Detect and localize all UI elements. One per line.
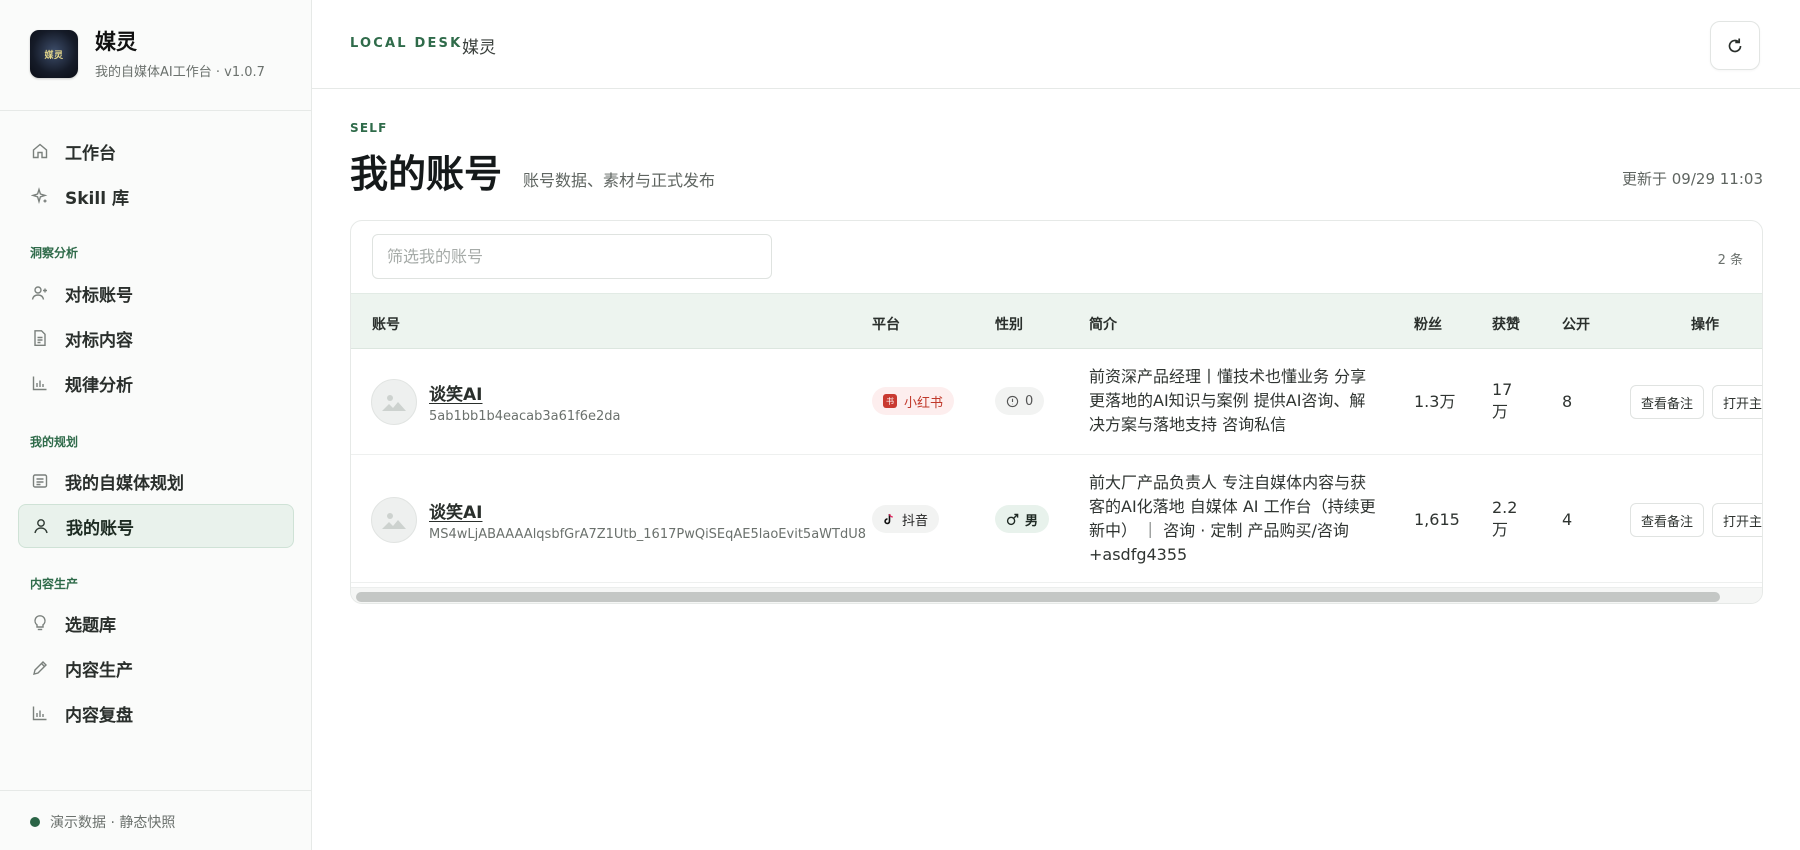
platform-label: 小红书 [904,395,944,411]
document-icon [31,329,49,347]
logo-text: 媒灵 [44,50,64,61]
section-title-production: 内容生产 [30,577,79,591]
sidebar-divider [0,110,311,111]
scrollbar-thumb[interactable] [356,592,1720,602]
horizontal-scrollbar[interactable] [351,587,1762,603]
home-icon [31,142,49,160]
column-header-account: 账号 [372,317,400,333]
likes-count: 17万 [1492,380,1513,421]
xiaohongshu-icon: 书 [883,394,897,408]
platform-badge: 抖音 [872,505,940,533]
filter-input[interactable] [372,234,772,279]
page-title: 我的账号 [350,152,503,196]
sidebar-item-my-accounts[interactable]: 我的账号 [18,504,294,548]
column-header-platform: 平台 [872,317,900,333]
column-header-actions: 操作 [1691,317,1719,333]
sidebar-item-workbench[interactable]: 工作台 [18,129,294,173]
column-header-gender: 性别 [995,317,1023,333]
public-count: 8 [1562,392,1573,411]
app-name: 媒灵 [95,30,137,54]
page-eyebrow: SELF [350,121,388,135]
table-row: 谈笑AI MS4wLjABAAAAlqsbfGrA7Z1Utb_1617PwQi… [351,455,1762,583]
platform-badge: 书 小红书 [872,387,955,415]
sidebar-item-content-review[interactable]: 内容复盘 [18,691,294,735]
sidebar-item-content-production[interactable]: 内容生产 [18,646,294,690]
fans-count: 1.3万 [1414,392,1456,411]
info-circle-icon [1006,395,1019,407]
account-bio: 前资深产品经理丨懂技术也懂业务 分享更落地的AI知识与案例 提供AI咨询、解决方… [1089,367,1367,434]
plan-icon [31,472,49,490]
app-logo: 媒灵 [30,30,78,78]
accounts-card: 2 条 账号 平台 性别 简介 粉丝 获赞 公开 操作 谈笑AI 5ab1bb1… [350,220,1763,604]
sidebar-item-topic-library[interactable]: 选题库 [18,601,294,645]
public-count: 4 [1562,510,1573,529]
updated-timestamp: 更新于 09/29 11:03 [1622,170,1763,188]
sidebar-item-pattern-analysis[interactable]: 规律分析 [18,361,294,405]
male-icon [1006,513,1019,525]
page-subtitle: 账号数据、素材与正式发布 [523,171,716,190]
sidebar-footer: 演示数据 · 静态快照 [0,790,311,850]
bar-chart-icon [31,704,49,722]
gender-badge: 男 [995,505,1050,533]
topbar: LOCAL DESK 媒灵 [312,0,1800,89]
view-notes-button[interactable]: 查看备注 [1630,385,1705,419]
refresh-button[interactable] [1710,21,1760,70]
avatar [371,497,417,543]
account-id: 5ab1bb1b4eacab3a61f6e2da [429,409,621,424]
row-count: 2 条 [1717,253,1743,268]
lightbulb-icon [31,614,49,632]
column-header-bio: 简介 [1089,317,1117,333]
likes-count: 2.2万 [1492,498,1518,539]
account-bio: 前大厂产品负责人 专注自媒体内容与获客的AI化落地 自媒体 AI 工作台（持续更… [1089,473,1376,564]
sidebar: 媒灵 媒灵 我的自媒体AI工作台 · v1.0.7 工作台 Skill 库 洞察… [0,0,312,850]
bar-chart-icon [31,374,49,392]
column-header-public: 公开 [1562,317,1590,333]
top-title: 媒灵 [462,38,496,58]
user-icon [32,517,50,535]
refresh-icon [1728,38,1742,52]
status-text: 演示数据 · 静态快照 [50,815,176,831]
avatar [371,379,417,425]
sparkle-icon [31,187,49,205]
sidebar-item-benchmark-accounts[interactable]: 对标账号 [18,271,294,315]
open-homepage-button[interactable]: 打开主页 [1712,385,1762,419]
image-placeholder-icon [382,395,406,411]
column-header-fans: 粉丝 [1414,317,1442,333]
status-dot [30,817,40,827]
gender-badge: 0 [995,387,1045,415]
column-header-likes: 获赞 [1492,317,1520,333]
sidebar-item-media-plan[interactable]: 我的自媒体规划 [18,459,294,503]
gender-label: 0 [1025,393,1034,409]
brand: 媒灵 媒灵 我的自媒体AI工作台 · v1.0.7 [30,30,265,80]
app-subtitle: 我的自媒体AI工作台 · v1.0.7 [95,65,265,80]
douyin-icon [884,513,893,524]
account-name-link[interactable]: 谈笑AI [429,380,482,405]
open-homepage-button[interactable]: 打开主页 [1712,503,1762,537]
table-row: 谈笑AI 5ab1bb1b4eacab3a61f6e2da 书 小红书 0 前资… [351,349,1762,455]
user-plus-icon [31,284,49,302]
account-name-link[interactable]: 谈笑AI [429,498,482,523]
section-title-insight: 洞察分析 [30,246,79,260]
account-id: MS4wLjABAAAAlqsbfGrA7Z1Utb_1617PwQiSEqAE… [429,527,866,542]
gender-label: 男 [1025,513,1039,529]
view-notes-button[interactable]: 查看备注 [1630,503,1705,537]
image-placeholder-icon [382,513,406,529]
platform-label: 抖音 [902,513,929,529]
top-label: LOCAL DESK [350,36,463,51]
pencil-icon [31,659,49,677]
section-title-planning: 我的规划 [30,435,79,449]
fans-count: 1,615 [1414,510,1460,529]
sidebar-item-benchmark-content[interactable]: 对标内容 [18,316,294,360]
sidebar-item-skills[interactable]: Skill 库 [18,174,294,218]
table-header: 账号 平台 性别 简介 粉丝 获赞 公开 操作 [351,293,1762,349]
